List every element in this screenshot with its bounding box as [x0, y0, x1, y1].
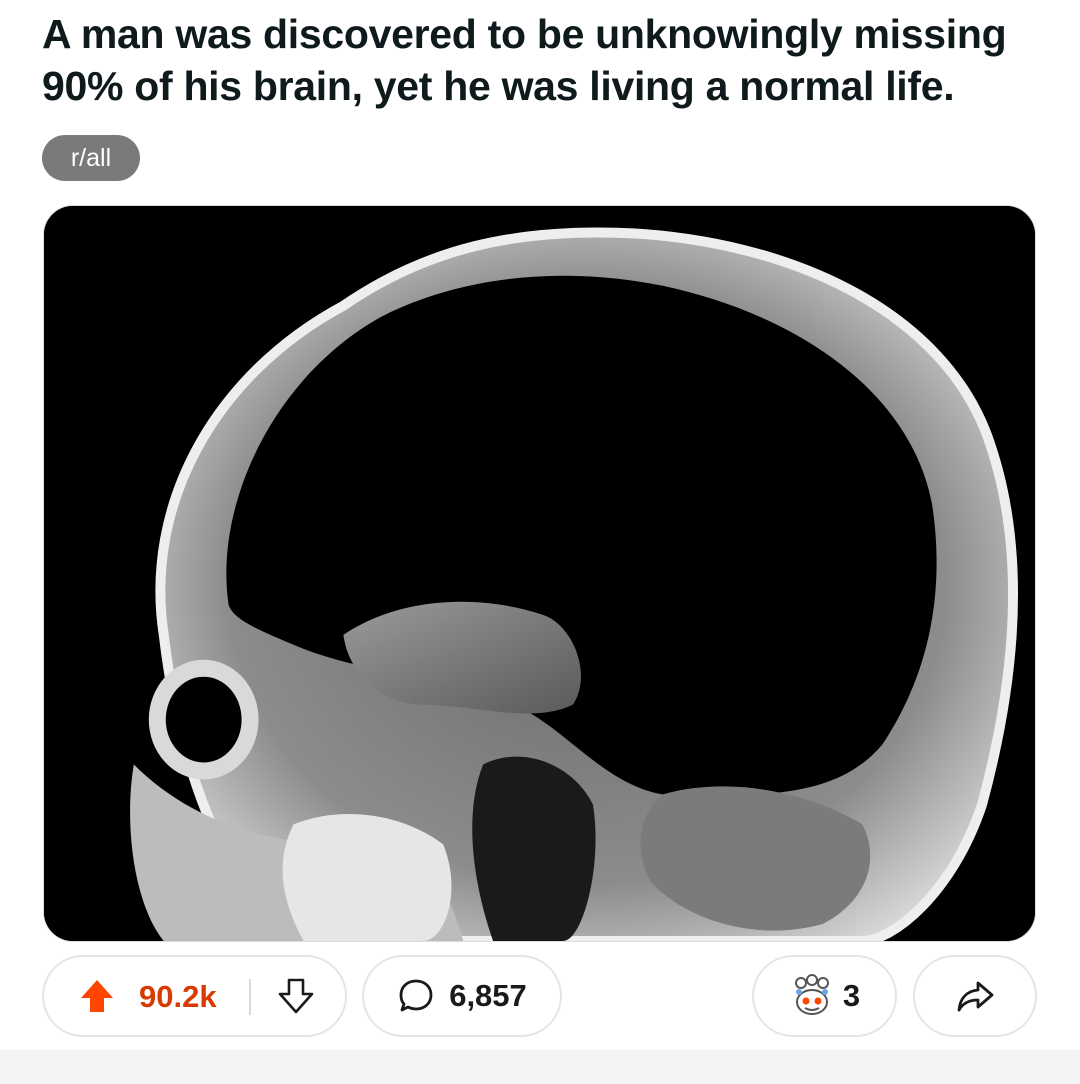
bottom-divider-band	[0, 1050, 1080, 1084]
speech-bubble-icon	[399, 979, 433, 1012]
mri-scan-image	[44, 206, 1035, 941]
comments-button[interactable]: 6,857	[362, 955, 562, 1037]
vote-controls: 90.2k	[42, 955, 347, 1037]
share-button[interactable]	[913, 955, 1037, 1037]
awards-button[interactable]: 3	[752, 955, 897, 1037]
comment-count: 6,857	[449, 978, 527, 1013]
vote-count: 90.2k	[139, 979, 217, 1014]
post-detail-page: A man was discovered to be unknowingly m…	[0, 0, 1080, 1084]
vote-divider	[249, 979, 251, 1015]
post-image[interactable]	[43, 205, 1036, 942]
downvote-arrow-icon[interactable]	[276, 976, 316, 1016]
post-title[interactable]: A man was discovered to be unknowingly m…	[42, 8, 1042, 112]
award-count: 3	[842, 978, 861, 1013]
subreddit-chip[interactable]: r/all	[42, 135, 140, 181]
share-arrow-icon	[957, 981, 994, 1012]
award-icon	[794, 974, 829, 1015]
upvote-arrow-icon[interactable]	[77, 976, 117, 1016]
